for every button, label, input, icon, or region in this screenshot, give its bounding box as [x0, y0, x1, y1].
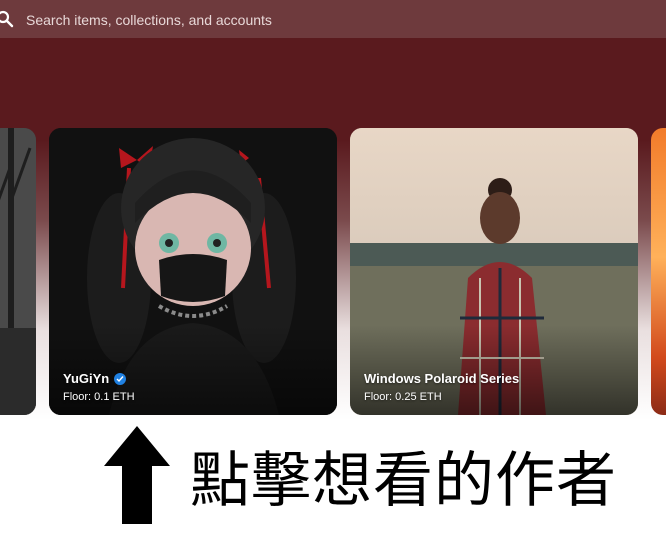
collection-card-windows-polaroid[interactable]: Windows Polaroid Series Floor: 0.25 ETH: [350, 128, 638, 415]
collection-card-yugiyn[interactable]: YuGiYn Floor: 0.1 ETH: [49, 128, 337, 415]
collection-card-partial-right[interactable]: [651, 128, 666, 415]
annotation-text: 點擊想看的作者: [190, 446, 617, 516]
card-caption: YuGiYn Floor: 0.1 ETH: [63, 371, 135, 403]
collection-title: Windows Polaroid Series: [364, 371, 520, 386]
collection-floor-price: Floor: 0.1 ETH: [63, 391, 135, 403]
search-input[interactable]: [24, 0, 628, 40]
card-title-row: YuGiYn: [63, 371, 135, 386]
up-arrow-icon: [104, 426, 170, 524]
card-caption: Windows Polaroid Series Floor: 0.25 ETH: [364, 371, 519, 403]
forest-thumbnail: [0, 128, 36, 415]
card-title-row: Windows Polaroid Series: [364, 371, 519, 386]
search-icon: [0, 10, 14, 28]
verified-icon: [114, 372, 127, 385]
top-search-bar: [0, 0, 666, 40]
collection-card-partial-left[interactable]: [0, 128, 36, 415]
collection-title: YuGiYn: [63, 371, 110, 386]
collection-floor-price: Floor: 0.25 ETH: [364, 391, 442, 403]
